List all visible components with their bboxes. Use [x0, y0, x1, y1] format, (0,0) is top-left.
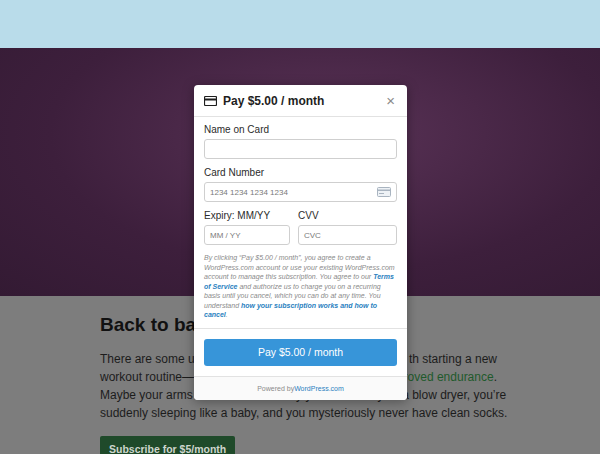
payment-modal: Pay $5.00 / month × Name on Card Card Numbe… — [194, 85, 407, 400]
text-input[interactable] — [204, 139, 397, 159]
modal-body: Name on Card Card Number 1234 1234 1234 12… — [194, 117, 407, 328]
text-link[interactable]: proved endurance — [397, 370, 494, 384]
pay-button[interactable]: Pay $5.00 / month — [204, 339, 397, 366]
terms-segment: . — [226, 311, 228, 318]
form-field: Card Number 1234 1234 1234 1234 — [204, 167, 397, 202]
line-left: There are some une — [100, 350, 208, 368]
top-band — [0, 0, 600, 48]
input-placeholder: 1234 1234 1234 1234 — [210, 188, 373, 197]
line-right: th starting a new — [409, 350, 497, 368]
subscribe-button[interactable]: Subscribe for $5/month — [100, 436, 235, 454]
line-left: suddenly sleeping like a baby, and you m… — [100, 404, 507, 422]
input-placeholder: CVC — [304, 231, 391, 240]
field-label: Card Number — [204, 167, 397, 179]
text-segment: suddenly sleeping like a baby, and you m… — [100, 406, 507, 420]
modal-footer: Powered by WordPress.com — [194, 376, 407, 400]
credit-card-icon — [204, 96, 217, 106]
page: Back to basiThere are some uneth startin… — [0, 0, 600, 454]
terms-text: By clicking “Pay $5.00 / month”, you agr… — [204, 253, 397, 320]
terms-segment: By clicking “Pay $5.00 / month”, you agr… — [204, 254, 395, 280]
field-label: CVV — [298, 210, 397, 222]
modal-header: Pay $5.00 / month × — [194, 85, 407, 117]
text-input[interactable]: MM / YY — [204, 225, 290, 245]
line-left: workout routine—ar — [100, 368, 205, 386]
paragraph-line: suddenly sleeping like a baby, and you m… — [100, 404, 507, 422]
card-brand-icon — [377, 187, 391, 197]
card-form: Name on Card Card Number 1234 1234 1234 12… — [204, 124, 397, 245]
text-segment: th starting a new — [409, 352, 497, 366]
text-input[interactable]: CVC — [298, 225, 397, 245]
close-button[interactable]: × — [384, 93, 397, 108]
footer-link[interactable]: WordPress.com — [294, 385, 344, 392]
field-label: Expiry: MM/YY — [204, 210, 290, 222]
form-field: Name on Card — [204, 124, 397, 159]
form-field: CVV CVC — [298, 210, 397, 245]
text-segment: workout routine—ar — [100, 370, 205, 384]
pay-section: Pay $5.00 / month — [194, 328, 407, 376]
modal-title: Pay $5.00 / month — [223, 94, 378, 108]
field-label: Name on Card — [204, 124, 397, 136]
form-field: Expiry: MM/YY MM / YY — [204, 210, 290, 245]
footer-text: Powered by — [257, 385, 294, 392]
text-segment: There are some une — [100, 352, 208, 366]
line-right: proved endurance. — [397, 368, 497, 386]
text-segment: . — [494, 370, 497, 384]
text-input[interactable]: 1234 1234 1234 1234 — [204, 182, 397, 202]
input-placeholder: MM / YY — [210, 231, 284, 240]
